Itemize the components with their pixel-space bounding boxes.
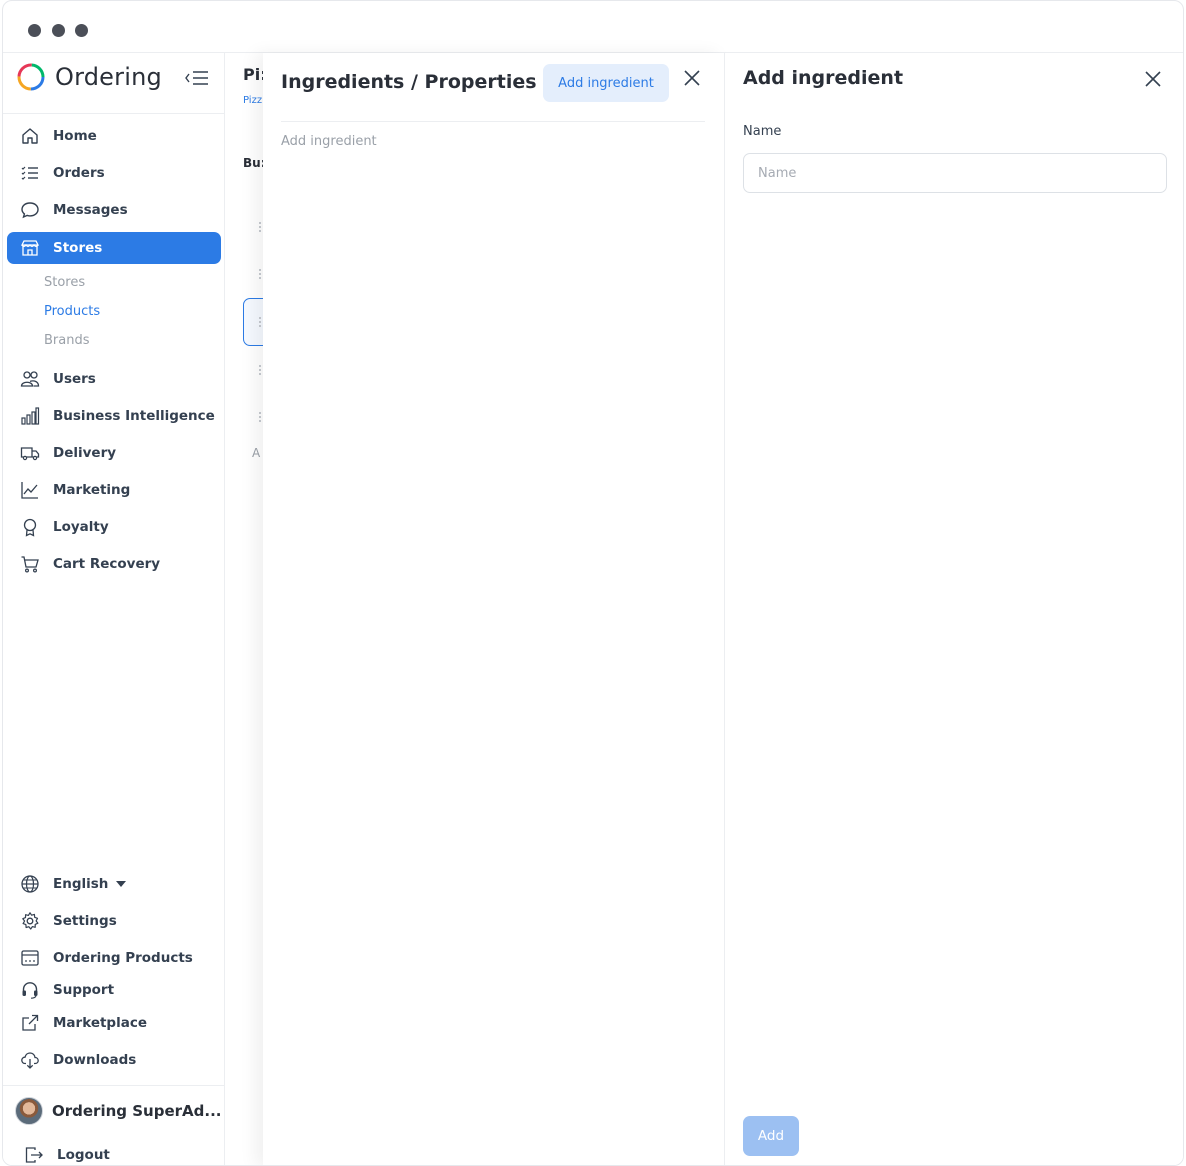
sidebar-item-home[interactable]: Home: [7, 120, 221, 152]
line-chart-icon: [19, 479, 41, 501]
user-divider: [3, 1085, 225, 1086]
app-window-icon: [19, 947, 41, 969]
truck-icon: [19, 442, 41, 464]
title-bar: [3, 1, 1183, 53]
sidebar-item-label: Downloads: [53, 1052, 137, 1068]
user-name[interactable]: Ordering SuperAd...: [52, 1102, 221, 1120]
sidebar-item-language[interactable]: English: [7, 868, 221, 900]
name-input[interactable]: [743, 153, 1167, 193]
home-icon: [19, 125, 41, 147]
sidebar-item-label: Stores: [53, 240, 103, 256]
sidebar-item-label: Marketplace: [53, 1015, 147, 1031]
submenu-item-brands[interactable]: Brands: [44, 333, 90, 348]
ingredients-panel: Ingredients / Properties Add ingredient …: [263, 53, 725, 1165]
ingredients-divider: [281, 121, 705, 122]
cart-icon: [19, 553, 41, 575]
cloud-download-icon: [19, 1049, 41, 1071]
sidebar-item-label: Cart Recovery: [53, 556, 161, 572]
gear-icon: [19, 910, 41, 932]
sidebar-item-label: Users: [53, 371, 96, 387]
logout-button[interactable]: Logout: [7, 1139, 221, 1165]
collapse-sidebar-icon[interactable]: [183, 67, 211, 89]
ingredients-panel-title: Ingredients / Properties: [281, 71, 537, 93]
close-icon[interactable]: [681, 67, 703, 89]
sidebar-item-label: Ordering Products: [53, 950, 193, 966]
sidebar-item-delivery[interactable]: Delivery: [7, 437, 221, 469]
list-icon: [19, 162, 41, 184]
app-window: Ordering Home Orders Messages Stores Sto…: [2, 0, 1184, 1166]
drag-handle-icon[interactable]: [258, 316, 262, 328]
add-submit-button[interactable]: Add: [743, 1116, 799, 1156]
sidebar-item-business-intelligence[interactable]: Business Intelligence: [7, 400, 221, 432]
window-minimize-dot[interactable]: [52, 24, 65, 37]
sidebar-item-support[interactable]: Support: [7, 974, 221, 1006]
sidebar-item-users[interactable]: Users: [7, 363, 221, 395]
sidebar-item-label: Delivery: [53, 445, 117, 461]
brand-name: Ordering: [55, 63, 162, 91]
background-page-title: Pi:: [243, 65, 265, 84]
sidebar-item-marketing[interactable]: Marketing: [7, 474, 221, 506]
ordering-logo-icon: [17, 63, 45, 91]
sidebar-item-downloads[interactable]: Downloads: [7, 1044, 221, 1076]
background-add-link[interactable]: A: [252, 446, 260, 460]
logout-label: Logout: [57, 1147, 110, 1163]
sidebar-item-label: Orders: [53, 165, 105, 181]
drag-handle-icon[interactable]: [258, 411, 262, 423]
drag-handle-icon[interactable]: [258, 364, 262, 376]
logout-icon: [23, 1144, 45, 1165]
background-section-title: Bu:: [243, 156, 265, 170]
sidebar-item-label: Marketing: [53, 482, 131, 498]
store-icon: [19, 237, 41, 259]
sidebar-item-stores[interactable]: Stores: [7, 232, 221, 264]
window-close-dot[interactable]: [28, 24, 41, 37]
sidebar-item-ordering-products[interactable]: Ordering Products: [7, 942, 221, 974]
sidebar-divider: [3, 113, 225, 114]
globe-icon: [19, 873, 41, 895]
submenu-item-stores[interactable]: Stores: [44, 275, 85, 290]
sidebar-item-label: Support: [53, 982, 115, 998]
users-icon: [19, 368, 41, 390]
external-link-icon: [19, 1012, 41, 1034]
window-maximize-dot[interactable]: [75, 24, 88, 37]
drag-handle-icon[interactable]: [258, 221, 262, 233]
add-ingredient-title: Add ingredient: [743, 67, 904, 89]
add-ingredient-panel: Add ingredient Name Add: [725, 53, 1183, 1165]
brand[interactable]: Ordering: [15, 61, 162, 93]
sidebar-item-label: Loyalty: [53, 519, 109, 535]
sidebar-item-cart-recovery[interactable]: Cart Recovery: [7, 548, 221, 580]
sidebar-item-loyalty[interactable]: Loyalty: [7, 511, 221, 543]
avatar[interactable]: [15, 1097, 43, 1125]
add-ingredient-link[interactable]: Add ingredient: [281, 134, 377, 149]
name-label: Name: [743, 124, 782, 139]
sidebar-item-orders[interactable]: Orders: [7, 157, 221, 189]
sidebar-item-marketplace[interactable]: Marketplace: [7, 1007, 221, 1039]
bar-chart-icon: [19, 405, 41, 427]
language-label: English: [53, 876, 109, 892]
background-page: Pi: Pizz Bu: A: [225, 53, 265, 1165]
headset-icon: [19, 979, 41, 1001]
sidebar-item-label: Home: [53, 128, 97, 144]
sidebar-item-messages[interactable]: Messages: [7, 194, 221, 226]
caret-down-icon: [116, 881, 127, 887]
sidebar-item-settings[interactable]: Settings: [7, 905, 221, 937]
add-ingredient-button[interactable]: Add ingredient: [543, 64, 669, 102]
chat-bubble-icon: [19, 199, 41, 221]
sidebar: Ordering Home Orders Messages Stores Sto…: [3, 53, 225, 1165]
close-icon[interactable]: [1142, 68, 1164, 90]
sidebar-item-label: Messages: [53, 202, 128, 218]
sidebar-item-label: Settings: [53, 913, 117, 929]
sidebar-item-label: Business Intelligence: [53, 408, 215, 424]
award-icon: [19, 516, 41, 538]
background-breadcrumb[interactable]: Pizz: [243, 95, 262, 106]
submenu-item-products[interactable]: Products: [44, 304, 100, 319]
drag-handle-icon[interactable]: [258, 268, 262, 280]
